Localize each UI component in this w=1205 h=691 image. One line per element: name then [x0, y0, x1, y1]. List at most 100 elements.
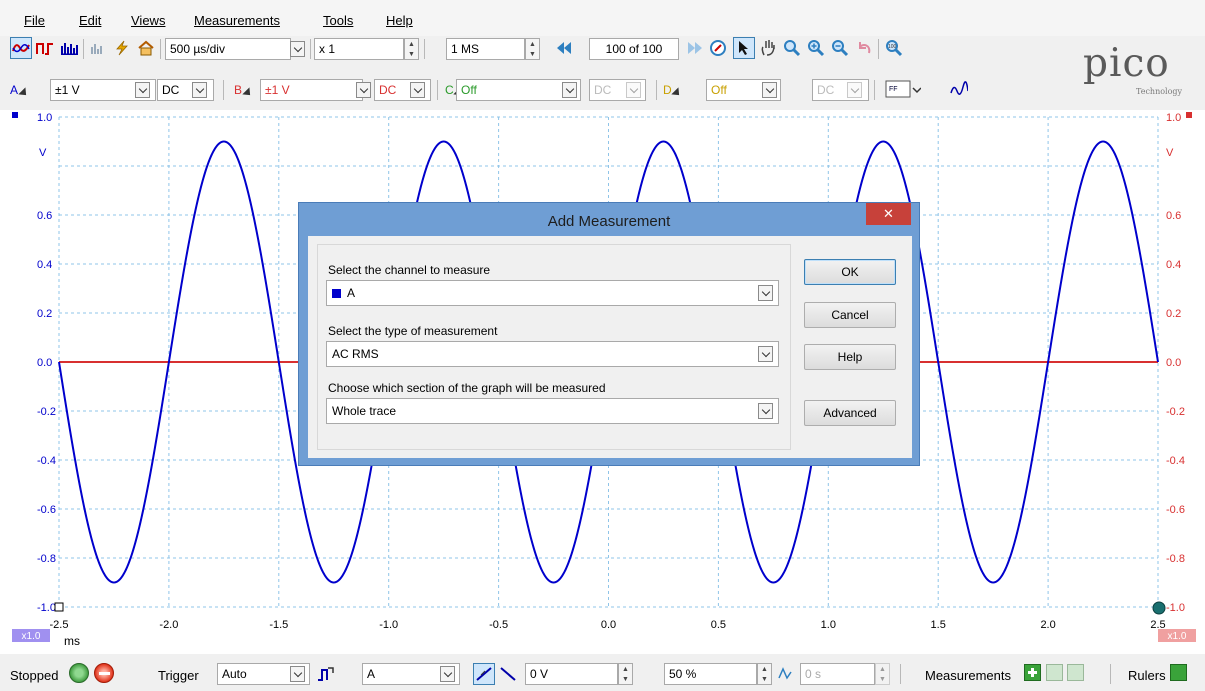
y-tick-label-left: -0.2	[37, 406, 56, 418]
y-tick-label-left: -0.4	[37, 455, 56, 467]
y-unit-left: V	[39, 147, 47, 159]
timebase-dropdown-icon[interactable]	[290, 41, 305, 57]
measurements-label: Measurements	[925, 668, 1011, 683]
x-tick-label: -1.5	[269, 619, 288, 631]
measurement-type-select[interactable]: AC RMS	[326, 341, 779, 367]
y-tick-label-right: 0.0	[1166, 357, 1181, 369]
advanced-trigger-icon[interactable]	[315, 663, 337, 685]
buffer-position[interactable]: 100 of 100	[589, 38, 679, 60]
add-measurement-icon[interactable]	[1024, 664, 1041, 681]
channel-d-options-icon[interactable]	[671, 87, 683, 99]
spectrum-disabled-icon[interactable]	[87, 37, 109, 59]
zoom-spinner[interactable]: ▲ ▼	[404, 38, 419, 60]
pretrigger-input[interactable]: 50 %	[664, 663, 757, 685]
menu-measurements[interactable]: Measurements	[194, 13, 280, 28]
zoom-tool-icon[interactable]	[781, 37, 803, 59]
spectrum-mode-icon[interactable]	[58, 37, 80, 59]
menu-file[interactable]: File	[24, 13, 45, 28]
menu-help[interactable]: Help	[386, 13, 413, 28]
channel-d-range-dropdown-icon[interactable]	[762, 82, 777, 98]
cancel-button[interactable]: Cancel	[804, 302, 896, 328]
x-tick-label: 0.5	[711, 619, 726, 631]
channel-a-label[interactable]: A	[10, 83, 18, 97]
trigger-threshold-input[interactable]: 0 V	[525, 663, 618, 685]
samples-select[interactable]: 1 MS	[446, 38, 525, 60]
pretrigger-spinner[interactable]: ▲ ▼	[757, 663, 772, 685]
channel-a-range-dropdown-icon[interactable]	[135, 82, 150, 98]
y-tick-label-left: 0.4	[37, 259, 52, 271]
y-tick-label-left: -0.8	[37, 553, 56, 565]
rulers-label: Rulers	[1128, 668, 1166, 683]
channel-c-label[interactable]: C	[445, 83, 454, 97]
trigger-channel-dropdown-icon[interactable]	[440, 666, 455, 682]
rising-edge-icon[interactable]	[473, 663, 495, 685]
stop-icon[interactable]	[94, 663, 114, 683]
undo-zoom-icon[interactable]	[853, 37, 875, 59]
channel-select[interactable]: A	[326, 280, 779, 306]
type-select-label: Select the type of measurement	[328, 324, 498, 338]
trigger-mode-dropdown-icon[interactable]	[290, 666, 305, 682]
navigator-icon[interactable]	[707, 37, 729, 59]
ruler-handle-left	[54, 602, 64, 612]
channel-b-coupling-dropdown-icon[interactable]	[410, 82, 425, 98]
reference-waveforms-icon[interactable]	[948, 78, 970, 100]
advanced-button[interactable]: Advanced	[804, 400, 896, 426]
x-unit: ms	[64, 634, 80, 648]
menu-views[interactable]: Views	[131, 13, 165, 28]
channel-c-range-dropdown-icon[interactable]	[562, 82, 577, 98]
channel-b-range-dropdown-icon[interactable]	[356, 82, 371, 98]
channel-d-coupling-dropdown-icon	[847, 82, 862, 98]
home-icon[interactable]	[135, 37, 157, 59]
channel-b-label[interactable]: B	[234, 83, 242, 97]
channel-a-options-icon[interactable]	[18, 87, 30, 99]
edit-measurement-icon	[1046, 664, 1063, 681]
chevron-down-icon[interactable]	[758, 285, 773, 301]
delay-spinner: ▲ ▼	[875, 663, 890, 685]
channel-b-options-icon[interactable]	[242, 87, 254, 99]
falling-edge-icon[interactable]	[497, 663, 519, 685]
chevron-down-icon[interactable]	[758, 403, 773, 419]
y-tick-label-left: 0.0	[37, 357, 52, 369]
threshold-spinner[interactable]: ▲ ▼	[618, 663, 633, 685]
channel-color-swatch	[332, 289, 341, 298]
rewind-icon[interactable]	[553, 37, 575, 59]
zoom-in-icon[interactable]	[805, 37, 827, 59]
signal-generator-icon[interactable]	[111, 37, 133, 59]
y-tick-label-left: -1.0	[37, 602, 56, 614]
ok-button[interactable]: OK	[804, 259, 896, 285]
y-tick-label-left: 0.6	[37, 210, 52, 222]
chevron-down-icon[interactable]	[758, 346, 773, 362]
channel-d-label[interactable]: D	[663, 83, 672, 97]
persistence-mode-icon[interactable]	[34, 37, 56, 59]
channel-b-range[interactable]: ±1 V	[260, 79, 363, 101]
x-tick-label: -2.5	[50, 619, 69, 631]
timebase-select[interactable]: 500 µs/div	[165, 38, 291, 60]
scope-mode-icon[interactable]	[10, 37, 32, 59]
zoom-out-icon[interactable]	[829, 37, 851, 59]
pointer-tool-icon[interactable]	[733, 37, 755, 59]
zoom-select[interactable]: x 1	[314, 38, 404, 60]
graph-section-select[interactable]: Whole trace	[326, 398, 779, 424]
forward-icon[interactable]	[684, 37, 706, 59]
math-channels-icon[interactable]: FF	[883, 78, 923, 100]
run-state: Stopped	[10, 668, 59, 683]
close-button[interactable]: ✕	[866, 203, 911, 225]
svg-text:100: 100	[888, 44, 897, 50]
rulers-settings-icon[interactable]	[1170, 664, 1187, 681]
y-tick-label-right: -0.8	[1166, 553, 1185, 565]
help-button[interactable]: Help	[804, 344, 896, 370]
y-tick-label-right: 0.2	[1166, 308, 1181, 320]
zoom-overview-icon[interactable]: 100	[883, 37, 905, 59]
menu-edit[interactable]: Edit	[79, 13, 101, 28]
hand-tool-icon[interactable]	[757, 37, 779, 59]
trigger-delay-icon[interactable]	[775, 663, 797, 685]
y-tick-label-right: 0.6	[1166, 210, 1181, 222]
measurement-options-panel: Select the channel to measure A Select t…	[317, 244, 791, 450]
start-icon[interactable]	[69, 663, 89, 683]
main-toolbar: 500 µs/div x 1 ▲ ▼ 1 MS ▲ ▼ 100 of 100 100	[0, 37, 1000, 63]
y-unit-right: V	[1166, 147, 1174, 159]
samples-spinner[interactable]: ▲ ▼	[525, 38, 540, 60]
menu-tools[interactable]: Tools	[323, 13, 353, 28]
zoom-label-left: x1.0	[22, 631, 41, 642]
channel-a-coupling-dropdown-icon[interactable]	[192, 82, 207, 98]
